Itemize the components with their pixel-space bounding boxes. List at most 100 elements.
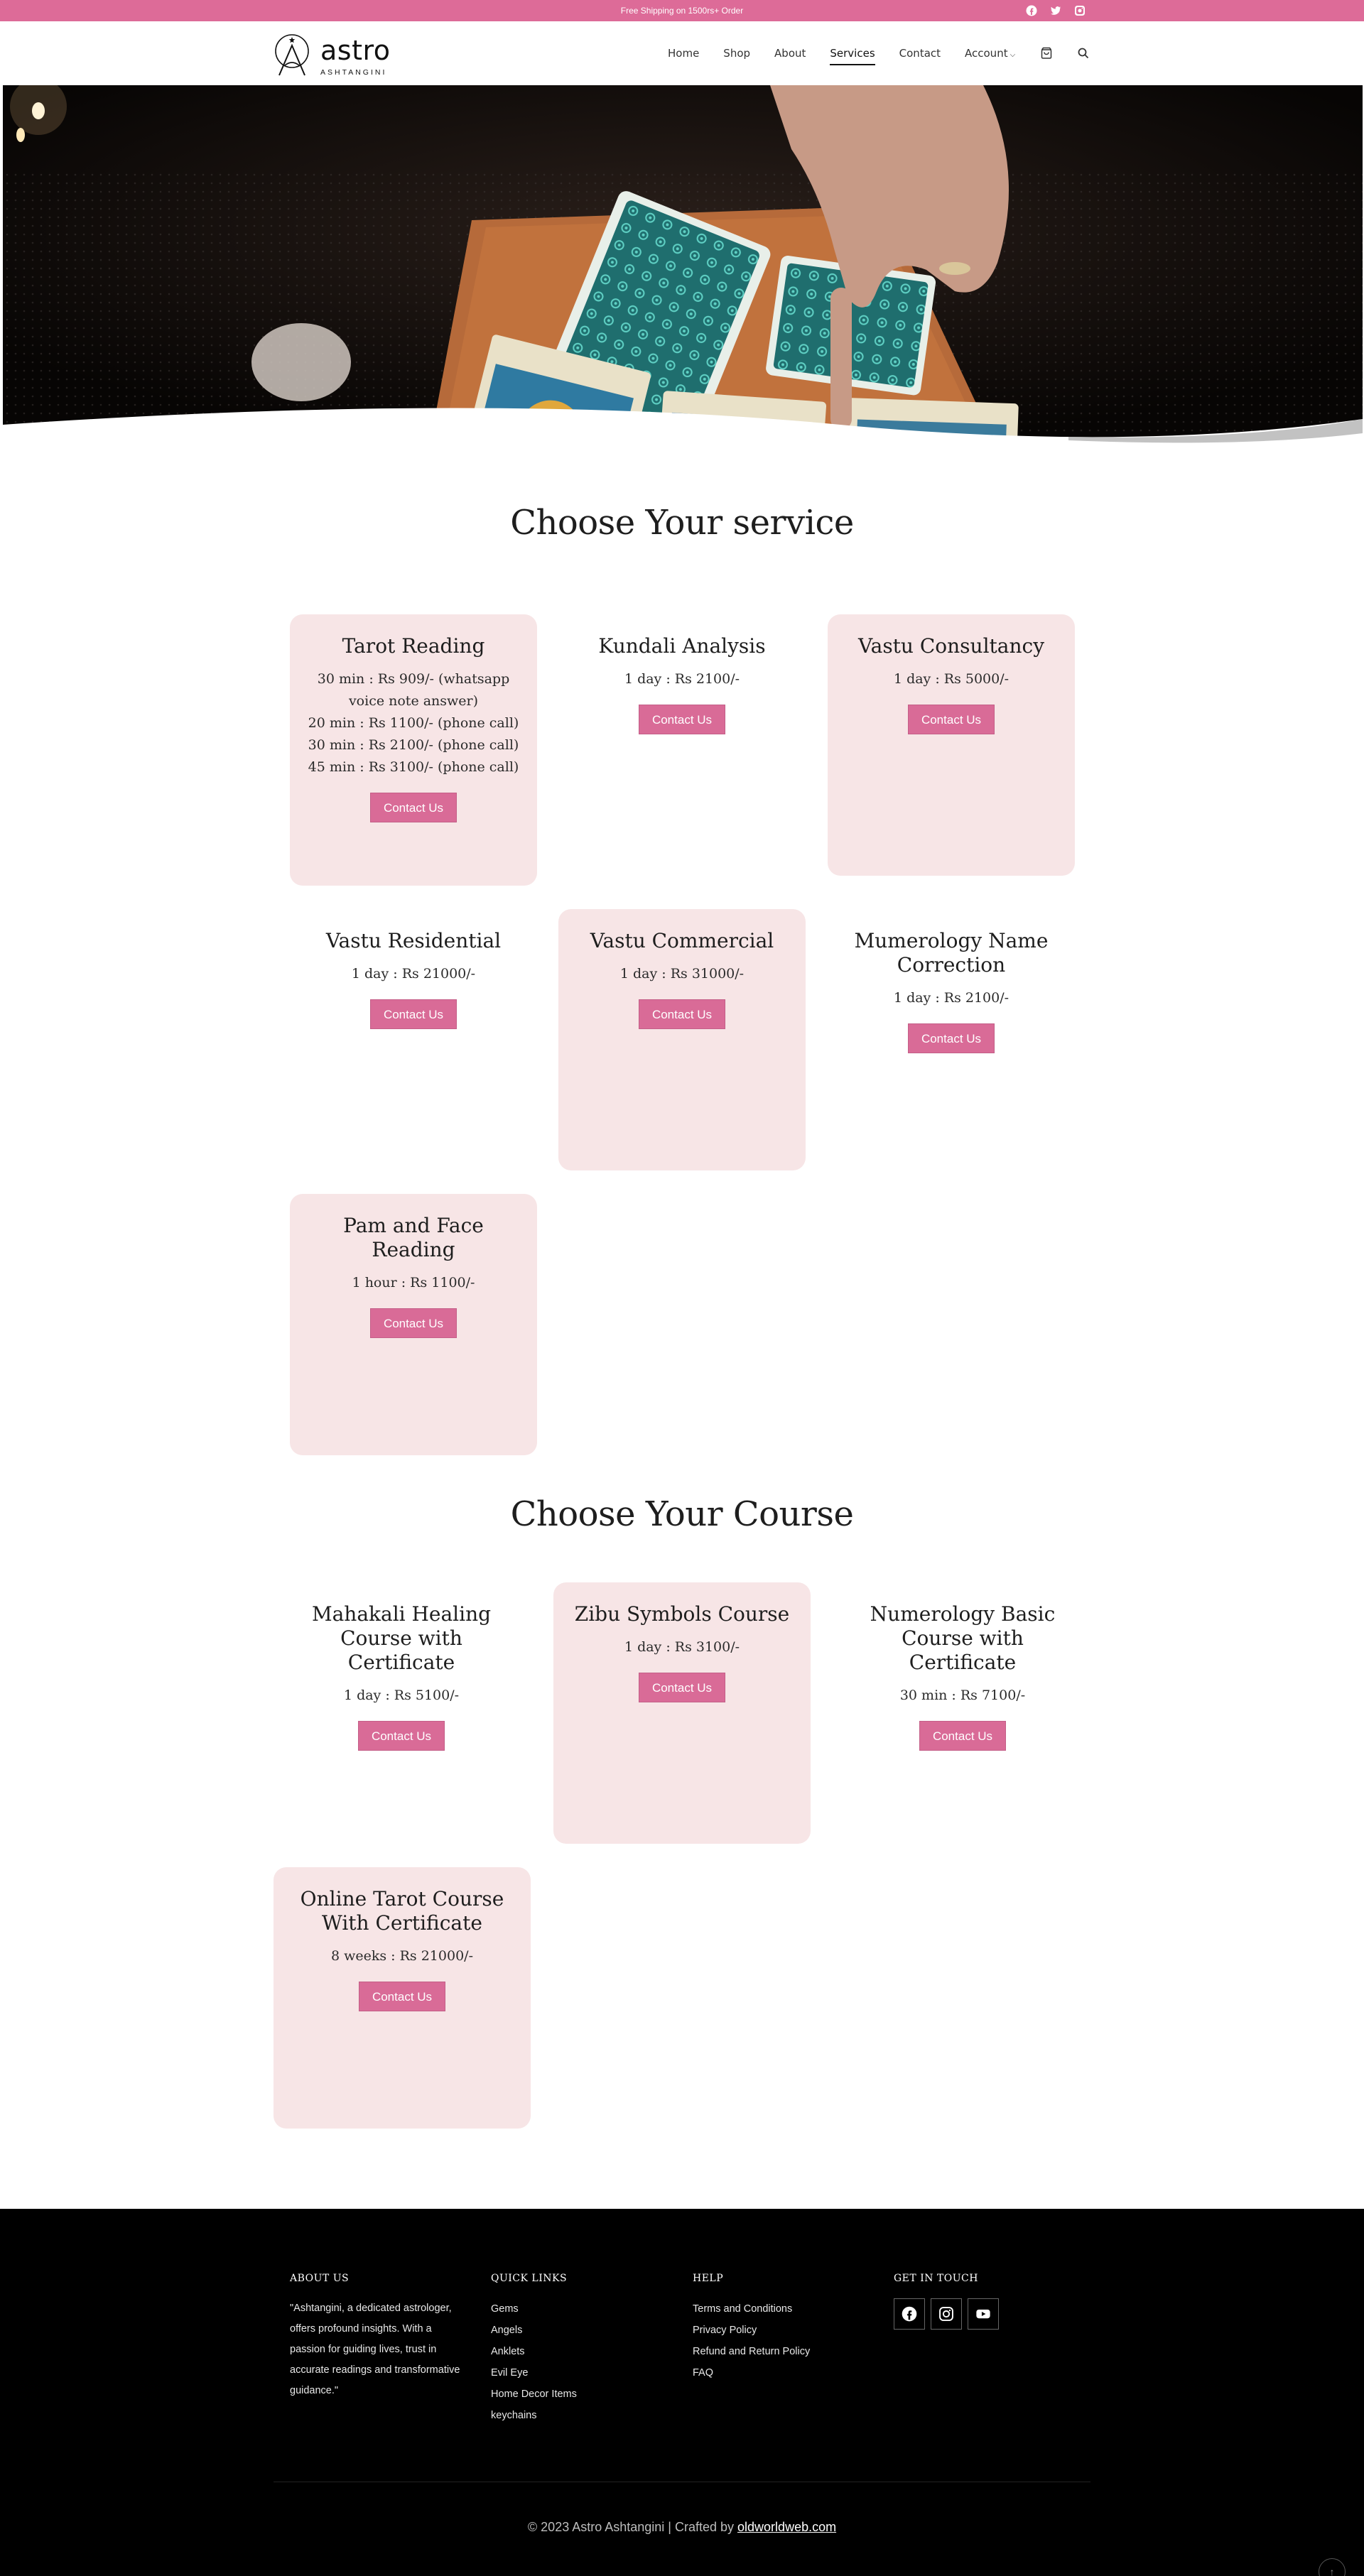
contact-us-button[interactable]: Contact Us: [919, 1721, 1007, 1751]
card-title: Tarot Reading: [342, 634, 485, 658]
footer-link-faq[interactable]: FAQ: [693, 2362, 810, 2384]
card-desc: 30 min : Rs 909/- (whatsapp voice note a…: [303, 668, 524, 778]
card-title: Mumerology Name Correction: [854, 929, 1049, 977]
card-desc: 1 hour : Rs 1100/-: [352, 1275, 475, 1290]
courses-title: Choose Your Course: [510, 1494, 854, 1534]
service-card-vastu-commercial: Vastu Commercial 1 day : Rs 31000/- Cont…: [558, 909, 806, 1170]
footer-about-text: "Ashtangini, a dedicated astrologer, off…: [290, 2303, 460, 2396]
contact-us-button[interactable]: Contact Us: [357, 1721, 445, 1751]
contact-us-button[interactable]: Contact Us: [638, 1673, 726, 1702]
card-desc: 1 day : Rs 2100/-: [624, 671, 740, 687]
facebook-icon[interactable]: [894, 2298, 925, 2330]
copyright: © 2023 Astro Ashtangini | Crafted by old…: [0, 2520, 1364, 2535]
nav-contact[interactable]: Contact: [899, 47, 941, 60]
footer-quick-links: QUICK LINKS Gems Angels Anklets Evil Eye…: [491, 2273, 577, 2426]
hero-banner: [3, 85, 1363, 449]
instagram-icon[interactable]: [931, 2298, 962, 2330]
card-title: Vastu Commercial: [590, 929, 774, 952]
tarot-cards-hero-image: [3, 85, 1363, 449]
card-desc: 30 min : Rs 7100/-: [899, 1688, 1026, 1703]
footer-quick-title: QUICK LINKS: [491, 2273, 568, 2284]
footer-contact-title: GET IN TOUCH: [894, 2273, 978, 2284]
nav-services[interactable]: Services: [830, 47, 875, 65]
price-line: 45 min : Rs 3100/- (phone call): [308, 759, 519, 775]
card-title: Online Tarot Course With Certificate: [300, 1887, 504, 1935]
card-title: Kundali Analysis: [598, 634, 766, 658]
card-desc: 1 day : Rs 31000/-: [619, 966, 745, 982]
course-card-zibu: Zibu Symbols Course 1 day : Rs 3100/- Co…: [553, 1582, 811, 1844]
instagram-icon[interactable]: [1074, 5, 1086, 16]
price-line: 30 min : Rs 2100/- (phone call): [308, 737, 519, 753]
footer-help: HELP Terms and Conditions Privacy Policy…: [693, 2273, 810, 2384]
contact-us-button[interactable]: Contact Us: [907, 1023, 995, 1053]
footer-link-anklets[interactable]: Anklets: [491, 2341, 577, 2362]
footer-link-gems[interactable]: Gems: [491, 2298, 577, 2320]
footer-link-keychains[interactable]: keychains: [491, 2405, 577, 2426]
footer-help-title: HELP: [693, 2273, 724, 2284]
course-card-mahakali: Mahakali Healing Course with Certificate…: [274, 1582, 529, 1844]
card-title: Zibu Symbols Course: [574, 1602, 790, 1626]
contact-us-button[interactable]: Contact Us: [638, 999, 726, 1029]
shipping-notice: Free Shipping on 1500rs+ Order: [620, 6, 744, 16]
card-desc: 1 day : Rs 5000/-: [893, 671, 1010, 687]
service-card-vastu-consultancy: Vastu Consultancy 1 day : Rs 5000/- Cont…: [828, 614, 1075, 876]
logo-name: astro: [320, 35, 391, 66]
service-card-kundali: Kundali Analysis 1 day : Rs 2100/- Conta…: [558, 614, 806, 886]
card-title: Pam and Face Reading: [343, 1214, 484, 1261]
footer-link-evil-eye[interactable]: Evil Eye: [491, 2362, 577, 2384]
contact-us-button[interactable]: Contact Us: [638, 705, 726, 734]
service-card-palm-face: Pam and Face Reading 1 hour : Rs 1100/- …: [290, 1194, 537, 1455]
service-card-numerology-correction: Mumerology Name Correction 1 day : Rs 21…: [828, 909, 1075, 1170]
twitter-icon[interactable]: [1050, 5, 1061, 16]
course-card-online-tarot: Online Tarot Course With Certificate 8 w…: [274, 1867, 531, 2129]
nav-about[interactable]: About: [774, 47, 806, 60]
logo-subtitle: ASHTANGINI: [320, 68, 387, 77]
service-card-tarot: Tarot Reading 30 min : Rs 909/- (whatsap…: [290, 614, 537, 886]
site-logo[interactable]: astro ASHTANGINI: [274, 30, 416, 77]
footer-contact: GET IN TOUCH: [894, 2273, 999, 2330]
course-card-numerology-basic: Numerology Basic Course with Certificate…: [835, 1582, 1090, 1844]
price-line: 20 min : Rs 1100/- (phone call): [308, 715, 519, 731]
contact-us-button[interactable]: Contact Us: [358, 1982, 446, 2011]
announcement-bar: Free Shipping on 1500rs+ Order: [0, 0, 1364, 21]
card-desc: 8 weeks : Rs 21000/-: [331, 1948, 473, 1964]
footer-about: ABOUT US "Ashtangini, a dedicated astrol…: [290, 2273, 460, 2401]
service-card-vastu-residential: Vastu Residential 1 day : Rs 21000/- Con…: [290, 909, 537, 1170]
site-header: astro ASHTANGINI Home Shop About Service…: [0, 21, 1364, 85]
nav-shop[interactable]: Shop: [723, 47, 750, 60]
site-footer: ABOUT US "Ashtangini, a dedicated astrol…: [0, 2209, 1364, 2576]
nav-home[interactable]: Home: [668, 47, 699, 60]
footer-link-privacy[interactable]: Privacy Policy: [693, 2320, 810, 2341]
contact-us-button[interactable]: Contact Us: [369, 999, 458, 1029]
nav-account-label: Account: [965, 47, 1008, 60]
footer-link-home-decor[interactable]: Home Decor Items: [491, 2384, 577, 2405]
card-title: Vastu Consultancy: [857, 634, 1045, 658]
credit-link[interactable]: oldworldweb.com: [737, 2520, 836, 2534]
contact-us-button[interactable]: Contact Us: [907, 705, 995, 734]
card-desc: 1 day : Rs 3100/-: [624, 1639, 740, 1655]
footer-link-terms[interactable]: Terms and Conditions: [693, 2298, 810, 2320]
chevron-down-icon: ⌵: [1010, 51, 1016, 59]
card-desc: 1 day : Rs 21000/-: [351, 966, 476, 982]
copyright-text: © 2023 Astro Ashtangini | Crafted by: [527, 2520, 735, 2534]
card-title: Numerology Basic Course with Certificate: [870, 1602, 1056, 1674]
facebook-icon[interactable]: [1026, 5, 1037, 16]
card-desc: 1 day : Rs 2100/-: [893, 990, 1010, 1006]
search-icon[interactable]: [1076, 46, 1090, 60]
price-line: 30 min : Rs 909/- (whatsapp voice note a…: [317, 671, 510, 709]
cart-icon[interactable]: [1039, 46, 1054, 60]
card-desc: 1 day : Rs 5100/-: [343, 1688, 460, 1703]
arrow-up-icon: ↑: [1329, 2566, 1335, 2576]
logo-mark-icon: [275, 34, 309, 76]
topbar-socials: [1026, 5, 1086, 16]
card-title: Mahakali Healing Course with Certificate: [311, 1602, 492, 1674]
card-title: Vastu Residential: [325, 929, 502, 952]
contact-us-button[interactable]: Contact Us: [369, 793, 458, 822]
footer-link-angels[interactable]: Angels: [491, 2320, 577, 2341]
nav-account[interactable]: Account ⌵: [965, 47, 1015, 60]
services-title: Choose Your service: [510, 503, 854, 543]
youtube-icon[interactable]: [968, 2298, 999, 2330]
footer-about-title: ABOUT US: [290, 2273, 350, 2284]
contact-us-button[interactable]: Contact Us: [369, 1308, 458, 1338]
footer-link-refund[interactable]: Refund and Return Policy: [693, 2341, 810, 2362]
